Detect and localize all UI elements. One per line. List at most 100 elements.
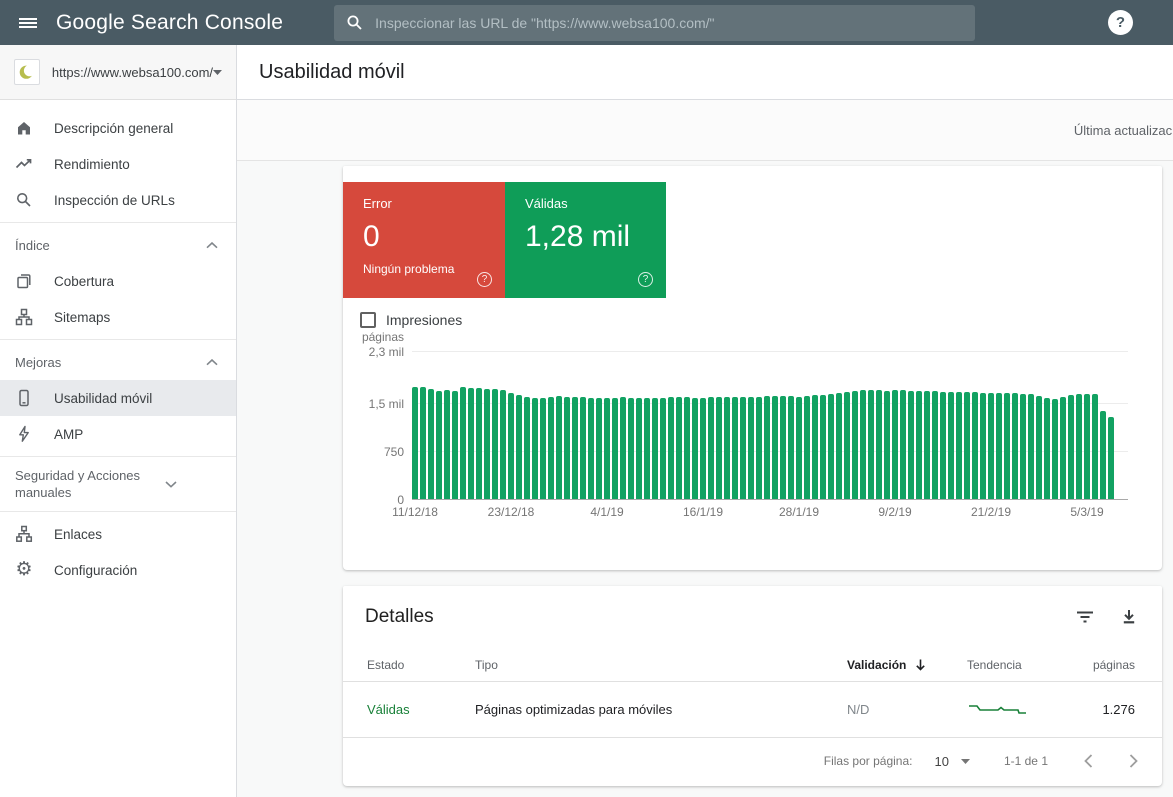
chart-bar[interactable] [636, 398, 642, 499]
chart-bar[interactable] [508, 393, 514, 499]
chart-bar[interactable] [436, 391, 442, 499]
chart-bar[interactable] [1092, 394, 1098, 499]
chart-bar[interactable] [620, 397, 626, 499]
chart-bar[interactable] [1036, 396, 1042, 499]
chart-bar[interactable] [1076, 394, 1082, 499]
chart-bar[interactable] [908, 391, 914, 499]
sidebar-item-url-inspection[interactable]: Inspección de URLs [0, 182, 236, 218]
chart-bar[interactable] [588, 398, 594, 499]
chart-bar[interactable] [804, 396, 810, 499]
sidebar-item-mobile-usability[interactable]: Usabilidad móvil [0, 380, 236, 416]
chart-bar[interactable] [460, 387, 466, 499]
sidebar-item-sitemaps[interactable]: Sitemaps [0, 299, 236, 335]
chart-bar[interactable] [652, 398, 658, 499]
chart-bar[interactable] [948, 392, 954, 499]
sidebar-item-overview[interactable]: Descripción general [0, 110, 236, 146]
chart-bar[interactable] [580, 397, 586, 499]
chart-bar[interactable] [732, 397, 738, 499]
chart-bar[interactable] [868, 390, 874, 499]
chart-bar[interactable] [884, 391, 890, 499]
chart-bar[interactable] [452, 391, 458, 499]
chart-bar[interactable] [668, 397, 674, 499]
chart-bar[interactable] [828, 394, 834, 499]
chart-bar[interactable] [492, 389, 498, 499]
chart-bar[interactable] [1052, 399, 1058, 499]
chart-bar[interactable] [924, 391, 930, 499]
chart-bar[interactable] [692, 398, 698, 499]
chart-bar[interactable] [716, 397, 722, 499]
chart-bar[interactable] [660, 398, 666, 499]
chart-bar[interactable] [1044, 398, 1050, 499]
chart-bar[interactable] [836, 393, 842, 499]
chart-bar[interactable] [524, 397, 530, 499]
property-selector[interactable]: https://www.websa100.com/ [0, 45, 236, 100]
menu-icon[interactable] [0, 16, 56, 30]
chart-bar[interactable] [724, 397, 730, 499]
filter-icon[interactable] [1076, 610, 1094, 624]
rows-per-page-select[interactable]: 10 [934, 754, 969, 769]
chart-bar[interactable] [1060, 397, 1066, 499]
chart-bar[interactable] [1108, 417, 1114, 499]
valid-summary-card[interactable]: Válidas 1,28 mil ? [505, 182, 666, 298]
sidebar-item-amp[interactable]: AMP [0, 416, 236, 452]
chart-bar[interactable] [708, 397, 714, 499]
chart-bar[interactable] [572, 397, 578, 499]
chart-bar[interactable] [532, 398, 538, 499]
chart-bar[interactable] [988, 393, 994, 499]
chart-bar[interactable] [700, 398, 706, 499]
chart-bar[interactable] [996, 393, 1002, 499]
chart-bar[interactable] [780, 396, 786, 499]
chart-bar[interactable] [548, 397, 554, 499]
chart-bar[interactable] [1028, 394, 1034, 499]
download-icon[interactable] [1120, 608, 1138, 626]
chart-bar[interactable] [444, 390, 450, 499]
chart-bar[interactable] [412, 387, 418, 499]
chart-bar[interactable] [916, 391, 922, 499]
col-validacion-sort[interactable]: Validación [817, 658, 967, 672]
sidebar-section-security[interactable]: Seguridad y Acciones manuales [0, 461, 236, 507]
chart-bar[interactable] [764, 396, 770, 499]
chart-bar[interactable] [796, 397, 802, 499]
chart-bar[interactable] [1012, 393, 1018, 499]
chart-bar[interactable] [788, 396, 794, 499]
chart-bar[interactable] [476, 388, 482, 499]
help-circle-icon[interactable]: ? [638, 272, 653, 287]
chart-bar[interactable] [940, 392, 946, 499]
chart-bar[interactable] [756, 397, 762, 499]
chart-bar[interactable] [1004, 393, 1010, 499]
chart-bar[interactable] [1084, 394, 1090, 499]
chart-bar[interactable] [900, 390, 906, 499]
chart-bar[interactable] [980, 393, 986, 499]
chart-bar[interactable] [612, 398, 618, 499]
chart-bar[interactable] [860, 390, 866, 499]
impressions-toggle[interactable]: Impresiones [360, 312, 1162, 328]
chart-bar[interactable] [484, 389, 490, 499]
error-summary-card[interactable]: Error 0 Ningún problema ? [343, 182, 505, 298]
checkbox-unchecked-icon[interactable] [360, 312, 376, 328]
chart-bar[interactable] [516, 395, 522, 499]
sidebar-item-links[interactable]: Enlaces [0, 516, 236, 552]
chart-bar[interactable] [812, 395, 818, 499]
chart-bar[interactable] [956, 392, 962, 499]
chart-bar[interactable] [564, 397, 570, 499]
chart-bar[interactable] [820, 395, 826, 499]
chart-bar[interactable] [1100, 411, 1106, 499]
sidebar-section-enhancements[interactable]: Mejoras [0, 344, 236, 380]
chart-bar[interactable] [748, 397, 754, 499]
chart-bar[interactable] [540, 398, 546, 499]
table-row[interactable]: Válidas Páginas optimizadas para móviles… [343, 681, 1162, 738]
help-icon[interactable]: ? [1108, 10, 1133, 35]
chart-bar[interactable] [628, 398, 634, 499]
chart-bar[interactable] [772, 396, 778, 499]
chart-bar[interactable] [740, 397, 746, 499]
chart-bar[interactable] [684, 397, 690, 499]
chart-bar[interactable] [852, 391, 858, 499]
chart-bar[interactable] [932, 391, 938, 499]
chart-bar[interactable] [500, 390, 506, 499]
chart-bar[interactable] [604, 398, 610, 499]
row-estado-link[interactable]: Válidas [343, 702, 475, 717]
sidebar-item-coverage[interactable]: Cobertura [0, 263, 236, 299]
chart-bar[interactable] [428, 389, 434, 499]
chart-bar[interactable] [972, 392, 978, 499]
chart-bar[interactable] [644, 398, 650, 499]
